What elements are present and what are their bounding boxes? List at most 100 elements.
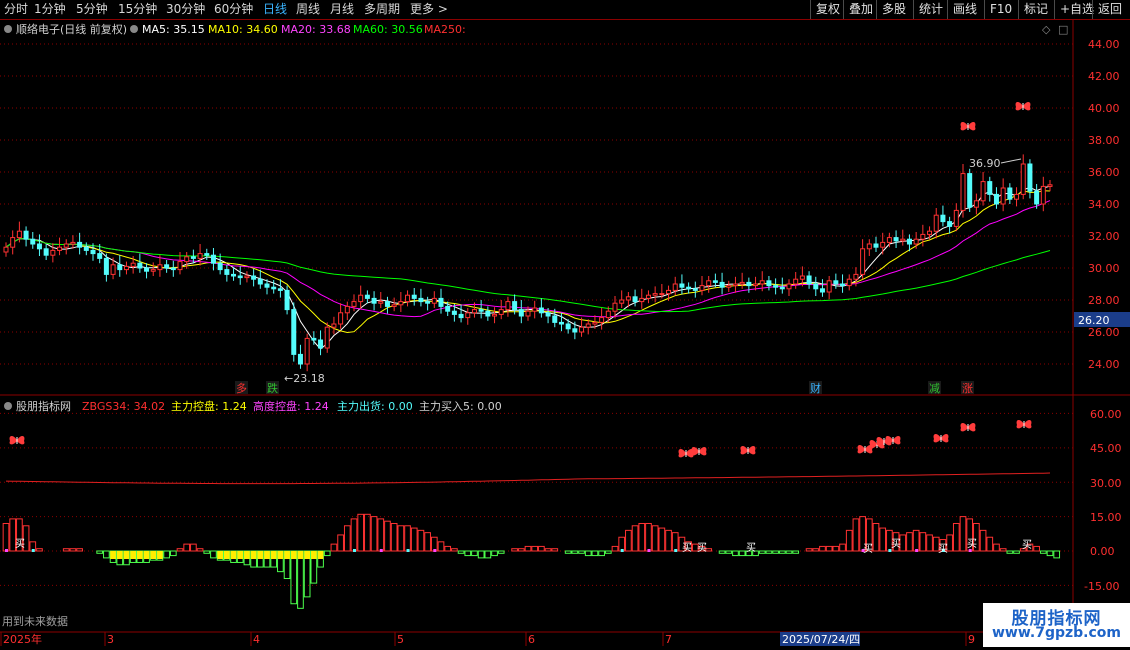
candle-body — [492, 313, 498, 317]
current-price-tag: 26.20 — [1078, 314, 1110, 327]
f10-button[interactable]: F10 — [984, 0, 1017, 19]
indicator-bar-positive — [544, 548, 552, 552]
candle-body — [759, 280, 765, 285]
indicator-bar-positive — [906, 532, 913, 552]
candle-body — [973, 200, 979, 208]
tab-60min[interactable]: 60分钟 — [214, 1, 253, 18]
event-mark[interactable]: 涨 — [962, 382, 973, 395]
candle-body — [277, 288, 283, 291]
candle-body — [130, 262, 136, 267]
indicator-bar-negative — [718, 550, 726, 554]
candle-body — [766, 280, 772, 287]
indicator-bar-highlight — [264, 551, 270, 559]
candle-body — [291, 309, 297, 355]
tab-1min[interactable]: 1分钟 — [34, 1, 66, 18]
candle-body — [833, 280, 839, 285]
candle-body — [16, 230, 22, 239]
indicator-bar-positive — [845, 529, 853, 552]
butterfly-icon — [9, 435, 25, 445]
tab-15min[interactable]: 15分钟 — [118, 1, 157, 18]
event-mark[interactable]: 跌 — [267, 381, 278, 395]
candle-body — [920, 233, 926, 240]
tab-5min[interactable]: 5分钟 — [76, 1, 108, 18]
overlay-button[interactable]: 叠加 — [843, 0, 878, 19]
price-tick: 38.00 — [1088, 134, 1120, 147]
event-mark[interactable]: 多 — [236, 381, 247, 395]
candle-body — [271, 286, 277, 290]
high-price-annotation: 36.90 — [969, 157, 1001, 170]
indicator-bar-positive — [410, 527, 418, 552]
buy-signal-label: 买 — [15, 538, 25, 550]
baseline-marker — [406, 549, 410, 552]
candle-body — [123, 265, 129, 271]
indicator-settings-dot-icon[interactable] — [4, 402, 12, 410]
candle-body — [639, 297, 645, 303]
indicator-bar-positive — [999, 548, 1007, 552]
cursor-date: 2025/07/24/四 — [782, 633, 860, 646]
indicator-bar-negative — [1039, 550, 1047, 554]
indicator-bar-negative — [471, 550, 478, 557]
candle-body — [117, 264, 123, 271]
indicator-bar-positive — [1033, 545, 1040, 552]
indicator-bar-positive — [671, 532, 679, 552]
tab-daily[interactable]: 日线 — [263, 1, 287, 18]
candle-body — [746, 281, 752, 287]
candle-body — [806, 275, 812, 285]
candle-body — [846, 278, 852, 287]
candle-body — [605, 310, 611, 319]
event-mark[interactable]: 减 — [929, 382, 940, 395]
event-mark[interactable]: 财 — [810, 381, 821, 395]
date-tick: 4 — [253, 633, 260, 646]
tab-multi-period[interactable]: 多周期 — [364, 1, 400, 18]
indicator-bar-highlight — [123, 551, 130, 559]
buy-signal-label: 买 — [682, 542, 692, 554]
baseline-marker — [620, 549, 624, 552]
indicator-bar-negative — [571, 550, 579, 554]
kline-chart[interactable]: 买买买买买买买买买 顺络电子(日线 前复权) MA5: 35.15 MA10: … — [0, 20, 1130, 650]
indicator-bar-negative — [778, 550, 786, 554]
candle-body — [813, 283, 819, 290]
indicator-bar-positive — [538, 545, 545, 552]
indicator-bar-positive — [76, 548, 83, 552]
baseline-marker — [647, 549, 651, 552]
tab-30min[interactable]: 30分钟 — [166, 1, 205, 18]
candle-body — [398, 301, 404, 306]
candle-body — [378, 301, 384, 304]
candle-body — [97, 253, 103, 259]
draw-line-button[interactable]: 画线 — [947, 0, 982, 19]
zlmr-value: 主力买入5: 0.00 — [419, 400, 502, 413]
candle-body — [157, 264, 163, 271]
ma-settings-dot-icon[interactable] — [130, 25, 138, 33]
buy-signal-label: 买 — [863, 543, 873, 555]
candle-body — [900, 238, 906, 242]
settings-dot-icon[interactable] — [4, 25, 12, 33]
candle-body — [210, 254, 216, 264]
candle-body — [545, 312, 551, 317]
candle-body — [692, 288, 698, 291]
back-button[interactable]: 返回 — [1092, 0, 1127, 19]
candle-body — [264, 283, 270, 288]
mark-button[interactable]: 标记 — [1018, 0, 1053, 19]
tab-fenshi[interactable]: 分时 — [4, 1, 28, 18]
candle-body — [351, 301, 357, 307]
fuquan-button[interactable]: 复权 — [810, 0, 845, 19]
tab-weekly[interactable]: 周线 — [296, 1, 320, 18]
candle-body — [43, 248, 49, 256]
indicator-bar-positive — [839, 543, 846, 552]
candle-body — [224, 269, 230, 275]
indicator-bar-positive — [819, 545, 826, 552]
statistics-button[interactable]: 统计 — [913, 0, 948, 19]
indicator-bar-negative — [772, 550, 779, 554]
ma20-value: MA20: 33.68 — [281, 23, 351, 36]
tab-monthly[interactable]: 月线 — [330, 1, 354, 18]
indicator-bar-negative — [457, 550, 465, 554]
diamond-icon[interactable]: ◇ — [1042, 23, 1051, 36]
top-toolbar: 分时 1分钟 5分钟 15分钟 30分钟 60分钟 日线 周线 月线 多周期 更… — [0, 0, 1130, 20]
multi-stock-button[interactable]: 多股 — [876, 0, 911, 19]
baseline-marker — [379, 549, 383, 552]
candle-body — [498, 309, 504, 315]
zlch-value: 主力出货: 0.00 — [337, 399, 413, 413]
tab-more[interactable]: 更多 > — [410, 1, 448, 18]
candle-body — [244, 275, 250, 279]
square-icon[interactable]: □ — [1058, 23, 1068, 36]
